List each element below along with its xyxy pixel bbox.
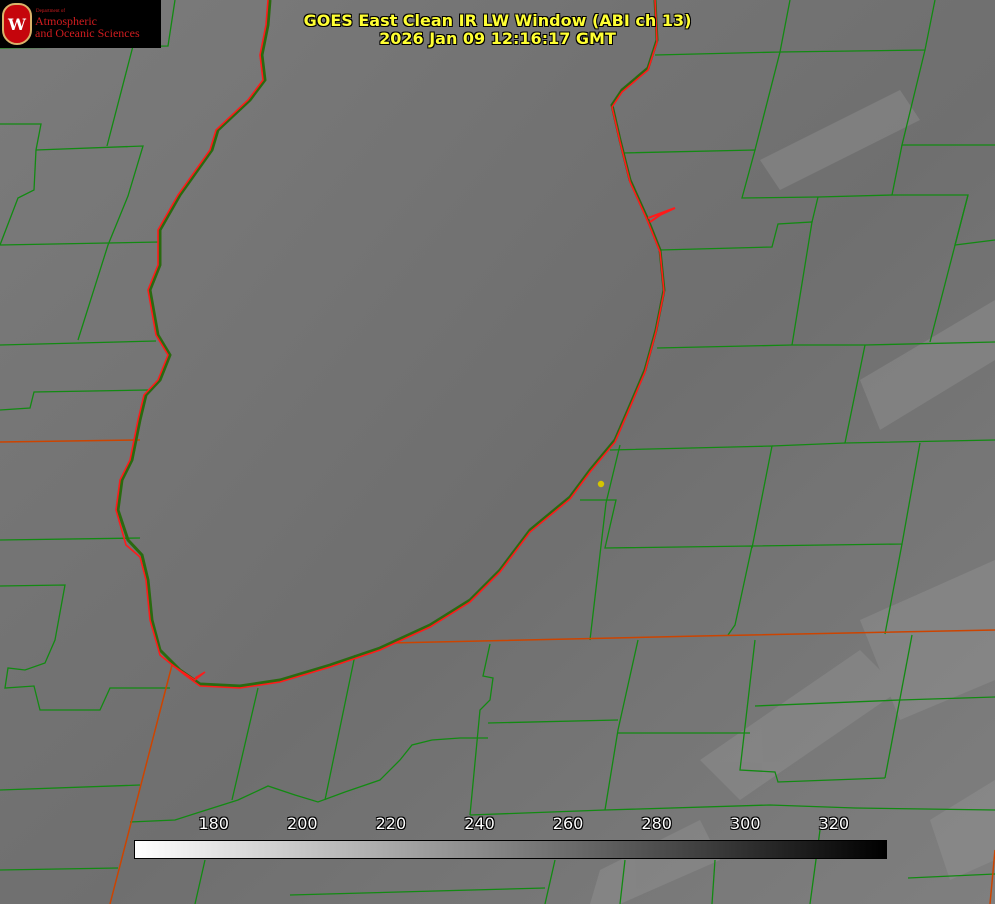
colorbar-tick-label: 320: [818, 814, 850, 833]
colorbar-tick-label: 200: [287, 814, 318, 833]
image-timestamp: 2026 Jan 09 12:16:17 GMT: [379, 29, 616, 48]
ir-satellite-map: [0, 0, 995, 904]
colorbar-tick-label: 280: [641, 814, 672, 833]
image-title: GOES East Clean IR LW Window (ABI ch 13): [303, 11, 692, 30]
location-marker: [597, 480, 605, 488]
colorbar-tick-label: 260: [552, 814, 584, 833]
colorbar-tick-label: 180: [198, 814, 229, 833]
colorbar-tick-label: 240: [464, 814, 495, 833]
colorbar: [134, 840, 887, 859]
colorbar-tick-label: 300: [729, 814, 761, 833]
colorbar-tick-label: 220: [375, 814, 407, 833]
